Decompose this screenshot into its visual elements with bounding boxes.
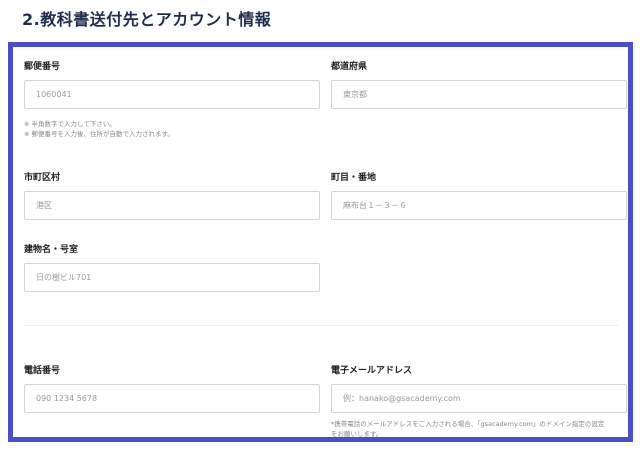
prefecture-input[interactable]: 東京都 (331, 80, 627, 109)
postal-code-note-2: ※ 郵便番号を入力後、住所が自動で入力されます。 (24, 130, 174, 138)
section-title: 2.教科書送付先とアカウント情報 (22, 10, 272, 29)
city-label: 市町区村 (24, 173, 61, 183)
email-note-2: をお願いします。 (331, 430, 383, 438)
prefecture-label: 都道府県 (331, 62, 368, 72)
phone-label: 電話番号 (24, 366, 61, 376)
email-label: 電子メールアドレス (331, 366, 413, 376)
city-input[interactable]: 港区 (24, 191, 320, 220)
building-input[interactable]: 日の樹ビル701 (24, 263, 320, 292)
email-note-1: *携帯電話のメールアドレスをご入力される場合、「gsacademy.com」のド… (331, 420, 605, 428)
street-input[interactable]: 麻布台１－３－６ (331, 191, 627, 220)
building-label: 建物名・号室 (24, 245, 79, 255)
phone-input[interactable]: 090 1234 5678 (24, 384, 320, 413)
postal-code-input[interactable]: 1060041 (24, 80, 320, 109)
email-input[interactable]: 例：hanako@gsacademy.com (331, 384, 627, 413)
postal-code-label: 郵便番号 (24, 62, 61, 72)
street-label: 町目・番地 (331, 173, 377, 183)
address-account-form: 郵便番号 1060041 ※ 半角数字で入力して下さい。 ※ 郵便番号を入力後、… (8, 42, 633, 442)
postal-code-note-1: ※ 半角数字で入力して下さい。 (24, 120, 116, 128)
section-divider (24, 325, 618, 326)
